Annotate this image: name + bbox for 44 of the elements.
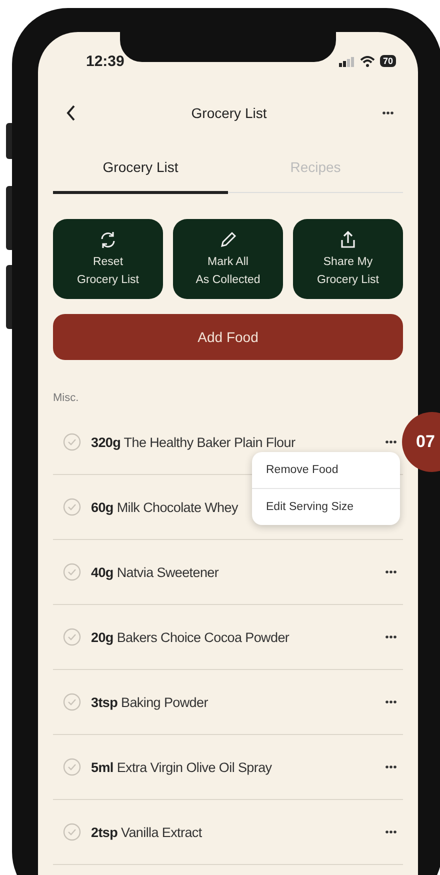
more-button[interactable] <box>383 633 399 641</box>
food-item: 320g The Healthy Baker Plain Flour <box>91 434 296 450</box>
more-icon <box>385 635 397 639</box>
check-circle-icon[interactable] <box>63 628 81 646</box>
more-icon <box>385 570 397 574</box>
more-icon <box>382 111 394 115</box>
wifi-icon <box>360 56 375 66</box>
food-item: 5ml Extra Virgin Olive Oil Spray <box>91 760 272 774</box>
menu-item[interactable]: Remove Food <box>252 452 400 488</box>
food-item: 3tsp Baking Powder <box>91 694 208 710</box>
share-icon <box>338 230 358 250</box>
more-icon <box>385 765 397 769</box>
food-item: 60g Milk Chocolate Whey <box>91 500 238 514</box>
more-button[interactable] <box>383 568 399 576</box>
more-button[interactable] <box>383 763 399 771</box>
more-icon <box>385 440 397 444</box>
battery-level: 70 <box>380 55 396 67</box>
more-icon <box>385 700 397 704</box>
food-item: 40g Natvia Sweetener <box>91 564 219 580</box>
more-button[interactable] <box>383 828 399 836</box>
check-circle-icon[interactable] <box>63 498 81 516</box>
chevron-left-icon <box>66 105 76 121</box>
more-button[interactable] <box>383 438 399 446</box>
food-item: 2tsp Vanilla Extract <box>91 824 202 840</box>
more-icon <box>385 830 397 834</box>
check-circle-icon[interactable] <box>63 693 81 711</box>
food-item: 20g Bakers Choice Cocoa Powder <box>91 630 290 644</box>
more-button[interactable] <box>383 698 399 706</box>
check-circle-icon[interactable] <box>63 433 81 451</box>
action-button[interactable]: Mark All As Collected <box>173 219 283 299</box>
check-circle-icon[interactable] <box>63 563 81 581</box>
action-button[interactable]: Reset Grocery List <box>53 219 163 299</box>
check-circle-icon[interactable] <box>63 823 81 841</box>
page-title: Grocery List <box>191 105 267 121</box>
status-time: 12:39 <box>86 52 124 70</box>
action-button[interactable]: Share My Grocery List <box>293 219 403 299</box>
section-heading: Misc. <box>53 392 80 404</box>
tab[interactable]: Grocery List <box>53 151 228 194</box>
menu-item[interactable]: Edit Serving Size <box>252 488 400 525</box>
add-food-button[interactable]: Add Food <box>53 314 403 360</box>
more-button[interactable] <box>380 109 396 117</box>
check-circle-icon[interactable] <box>63 758 81 776</box>
signal-icon <box>338 56 355 66</box>
refresh-icon <box>98 230 118 250</box>
